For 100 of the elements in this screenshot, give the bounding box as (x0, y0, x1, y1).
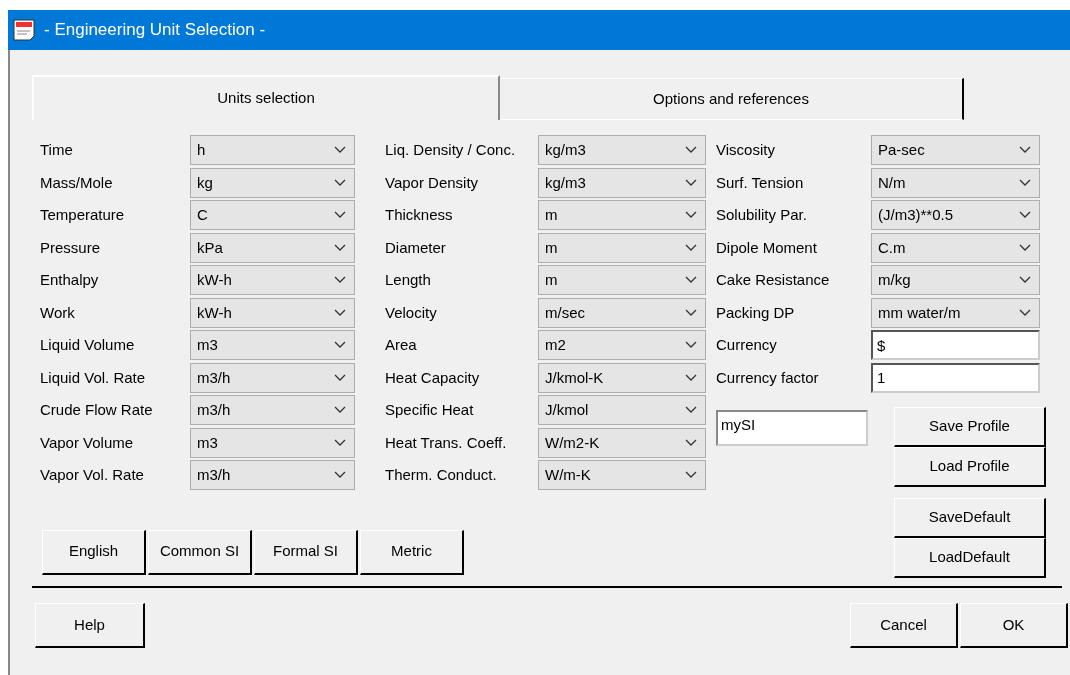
field-label: Vapor Vol. Rate (40, 465, 145, 485)
field-label: Therm. Conduct. (385, 465, 498, 485)
unit-dropdown[interactable]: m/sec (538, 297, 706, 328)
chevron-down-icon (334, 178, 346, 187)
unit-dropdown[interactable]: C.m (871, 232, 1040, 263)
profile-button[interactable]: Save Profile (894, 407, 1046, 447)
window-title: - Engineering Unit Selection - (44, 19, 266, 42)
chevron-down-icon (334, 308, 346, 317)
unit-dropdown[interactable]: N/m (871, 167, 1040, 198)
dialog-button[interactable]: OK (960, 603, 1068, 648)
field-label: Dipole Moment (716, 237, 818, 258)
field-label: Heat Trans. Coeff. (385, 432, 508, 453)
unit-dropdown[interactable]: m/kg (871, 265, 1040, 296)
chevron-down-icon (334, 373, 346, 382)
unit-dropdown[interactable]: m3/h (190, 460, 355, 491)
chevron-down-icon (334, 471, 346, 480)
profile-button[interactable]: Load Profile (894, 447, 1046, 487)
profile-name-field[interactable]: mySI (716, 410, 868, 446)
chevron-down-icon (334, 341, 346, 350)
chevron-down-icon (1019, 211, 1031, 220)
field-label: Pressure (40, 237, 102, 258)
field-label: Vapor Density (385, 172, 480, 193)
chevron-down-icon (1019, 146, 1031, 155)
chevron-down-icon (685, 308, 697, 317)
unit-dropdown[interactable]: (J/m3)**0.5 (871, 200, 1040, 231)
chevron-down-icon (334, 211, 346, 220)
chevron-down-icon (1019, 308, 1031, 317)
chevron-down-icon (685, 471, 697, 480)
field-label: Surf. Tension (716, 172, 805, 193)
field-label: Work (40, 302, 76, 323)
field-label: Packing DP (716, 302, 796, 323)
chevron-down-icon (1019, 178, 1031, 187)
unit-dropdown[interactable]: mm water/m (871, 297, 1040, 328)
field-label: Cake Resistance (716, 270, 831, 290)
unit-dropdown[interactable]: kg/m3 (538, 167, 706, 198)
chevron-down-icon (685, 276, 697, 285)
preset-button[interactable]: Common SI (148, 529, 252, 575)
unit-dropdown[interactable]: m3/h (190, 362, 355, 393)
field-label: Enthalpy (40, 270, 100, 290)
field-label: Velocity (385, 302, 438, 323)
document-icon (12, 19, 36, 41)
field-label: Heat Capacity (385, 367, 481, 388)
chevron-down-icon (685, 211, 697, 220)
chevron-down-icon (334, 276, 346, 285)
field-label: Vapor Volume (40, 432, 135, 453)
field-label: Temperature (40, 205, 126, 225)
chevron-down-icon (685, 243, 697, 252)
preset-button[interactable]: English (42, 529, 146, 575)
unit-dropdown[interactable]: J/kmol (538, 395, 706, 426)
field-label: Mass/Mole (40, 172, 114, 193)
unit-dropdown[interactable]: m2 (538, 330, 706, 361)
field-label: Currency (716, 335, 778, 355)
field-label: Time (40, 140, 74, 160)
unit-dropdown[interactable]: m3 (190, 427, 355, 458)
chevron-down-icon (685, 146, 697, 155)
tab[interactable]: Units selection (32, 75, 500, 120)
unit-dropdown[interactable]: m (538, 265, 706, 296)
dialog-button[interactable]: Cancel (850, 603, 958, 648)
chevron-down-icon (685, 438, 697, 447)
chevron-down-icon (685, 373, 697, 382)
chevron-down-icon (1019, 276, 1031, 285)
field-label: Length (385, 270, 432, 290)
unit-dropdown[interactable]: m (538, 232, 706, 263)
unit-dropdown[interactable]: kPa (190, 232, 355, 263)
unit-dropdown[interactable]: kg (190, 167, 355, 198)
profile-button[interactable]: SaveDefault (894, 498, 1046, 538)
unit-dropdown[interactable]: W/m2-K (538, 427, 706, 458)
preset-button[interactable]: Metric (360, 529, 464, 575)
field-label: Liquid Vol. Rate (40, 367, 147, 388)
chevron-down-icon (334, 406, 346, 415)
chevron-down-icon (1019, 243, 1031, 252)
unit-dropdown[interactable]: J/kmol-K (538, 362, 706, 393)
chevron-down-icon (334, 438, 346, 447)
field-label: Specific Heat (385, 400, 475, 420)
chevron-down-icon (685, 341, 697, 350)
unit-dropdown[interactable]: m3/h (190, 395, 355, 426)
input-field[interactable]: 1 (871, 362, 1040, 393)
unit-dropdown[interactable]: kW-h (190, 297, 355, 328)
chevron-down-icon (685, 178, 697, 187)
field-label: Liq. Density / Conc. (385, 140, 517, 160)
unit-dropdown[interactable]: h (190, 135, 355, 166)
preset-button[interactable]: Formal SI (254, 529, 358, 575)
field-label: Liquid Volume (40, 335, 136, 355)
unit-dropdown[interactable]: kW-h (190, 265, 355, 296)
unit-dropdown[interactable]: kg/m3 (538, 135, 706, 166)
unit-dropdown[interactable]: m3 (190, 330, 355, 361)
unit-dropdown[interactable]: Pa-sec (871, 135, 1040, 166)
unit-dropdown[interactable]: C (190, 200, 355, 231)
chevron-down-icon (334, 146, 346, 155)
dialog-button[interactable]: Help (35, 603, 145, 648)
chevron-down-icon (334, 243, 346, 252)
field-label: Thickness (385, 205, 454, 225)
field-label: Solubility Par. (716, 205, 808, 225)
field-label: Viscosity (716, 140, 776, 160)
chevron-down-icon (685, 406, 697, 415)
unit-dropdown[interactable]: W/m-K (538, 460, 706, 491)
profile-button[interactable]: LoadDefault (894, 538, 1046, 578)
unit-dropdown[interactable]: m (538, 200, 706, 231)
input-field[interactable]: $ (871, 330, 1040, 361)
tab[interactable]: Options and references (500, 78, 964, 120)
